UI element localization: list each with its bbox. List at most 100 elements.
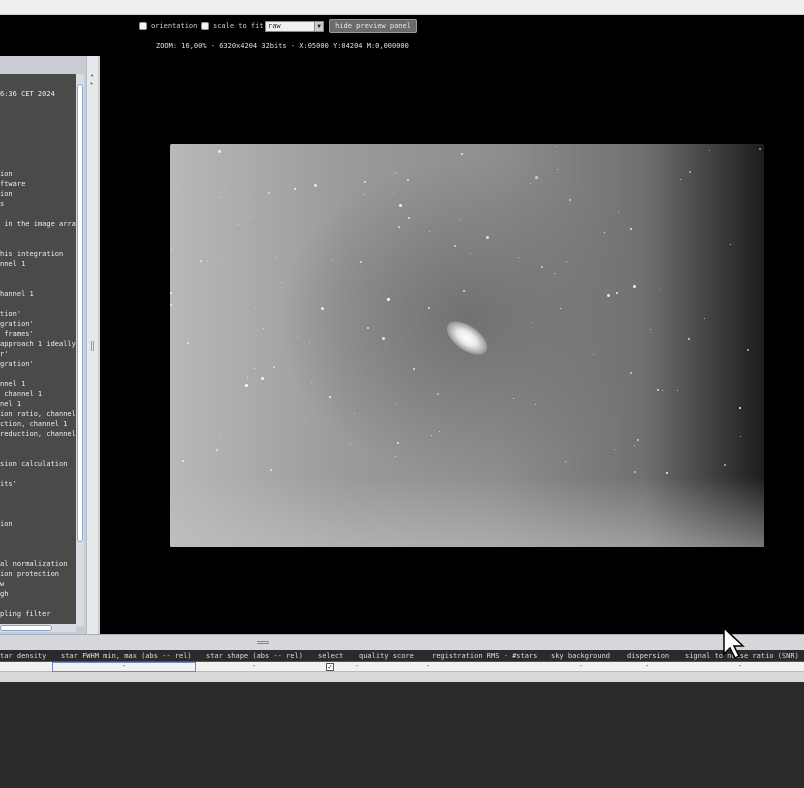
image-preview[interactable] bbox=[102, 56, 804, 634]
star bbox=[607, 294, 610, 297]
log-line: ion bbox=[0, 190, 13, 198]
orientation-checkbox[interactable] bbox=[139, 22, 147, 30]
star bbox=[294, 188, 296, 190]
star bbox=[614, 449, 615, 450]
preview-toolbar: orientation scale to fit raw ▼ hide prev… bbox=[0, 15, 804, 56]
star bbox=[407, 179, 409, 181]
stretch-select[interactable]: raw ▼ bbox=[265, 21, 324, 32]
star bbox=[566, 261, 567, 262]
log-line: ction, channel 1 bbox=[0, 420, 68, 428]
star bbox=[364, 194, 365, 195]
astro-image bbox=[170, 144, 764, 547]
star bbox=[557, 169, 558, 170]
star bbox=[659, 289, 660, 290]
cell-registration: - bbox=[426, 662, 431, 670]
star bbox=[268, 192, 270, 194]
cell-dispersion: - bbox=[645, 662, 650, 670]
star bbox=[704, 318, 705, 319]
col-sky-background[interactable]: sky background bbox=[551, 652, 610, 660]
chevron-down-icon: ▼ bbox=[314, 22, 323, 31]
scroll-thumb[interactable] bbox=[77, 84, 83, 542]
scale-to-fit-checkbox[interactable] bbox=[201, 22, 209, 30]
splitter-grip[interactable] bbox=[91, 341, 94, 351]
star bbox=[657, 389, 659, 391]
col-star-density[interactable]: tar density bbox=[0, 652, 46, 660]
star bbox=[398, 226, 400, 228]
star bbox=[662, 390, 663, 391]
star bbox=[216, 449, 218, 451]
star bbox=[634, 471, 636, 473]
table-row[interactable]: - - ✓ - - - - - bbox=[0, 662, 804, 672]
star bbox=[245, 384, 248, 387]
star bbox=[218, 150, 221, 153]
cell-sky-background: - bbox=[579, 662, 584, 670]
star bbox=[263, 328, 264, 329]
star bbox=[677, 390, 678, 391]
log-line: ion bbox=[0, 170, 13, 178]
star bbox=[314, 184, 317, 187]
star bbox=[437, 393, 439, 395]
star bbox=[616, 292, 618, 294]
col-dispersion[interactable]: dispersion bbox=[627, 652, 669, 660]
star bbox=[634, 445, 635, 446]
star bbox=[689, 171, 691, 173]
log-line: ftware bbox=[0, 180, 26, 188]
select-checkbox[interactable]: ✓ bbox=[326, 663, 334, 671]
empty-area bbox=[0, 683, 804, 788]
star bbox=[360, 261, 362, 263]
resizer-grip[interactable] bbox=[257, 641, 269, 644]
star bbox=[556, 146, 557, 147]
browser-top-strip bbox=[0, 0, 804, 15]
star bbox=[429, 231, 430, 232]
star bbox=[532, 322, 533, 323]
log-line: in the image array bbox=[0, 220, 76, 228]
cell-quality: - bbox=[355, 662, 360, 670]
star bbox=[637, 439, 639, 441]
star bbox=[399, 204, 402, 207]
star bbox=[329, 396, 331, 398]
log-horizontal-scrollbar[interactable] bbox=[0, 624, 76, 632]
star bbox=[178, 186, 179, 187]
cell-star-fwhm: - bbox=[122, 662, 127, 670]
star bbox=[486, 236, 489, 239]
star bbox=[460, 219, 461, 220]
star bbox=[270, 469, 272, 471]
col-select[interactable]: select bbox=[318, 652, 343, 660]
star bbox=[350, 443, 351, 444]
col-quality-score[interactable]: quality score bbox=[359, 652, 414, 660]
star bbox=[560, 308, 561, 309]
table-row[interactable] bbox=[0, 672, 804, 682]
cell-star-shape: - bbox=[252, 662, 257, 670]
log-vertical-scrollbar[interactable] bbox=[76, 74, 84, 626]
log-line: nnel 1 bbox=[0, 380, 26, 388]
table-resizer[interactable] bbox=[0, 634, 804, 650]
log-line: its' bbox=[0, 480, 17, 488]
log-line: r' bbox=[0, 350, 9, 358]
star bbox=[513, 398, 514, 399]
star bbox=[724, 464, 726, 466]
star bbox=[238, 224, 239, 225]
scroll-thumb[interactable] bbox=[0, 625, 52, 631]
log-line: sion calculation bbox=[0, 460, 68, 468]
log-line: hannel 1 bbox=[0, 290, 34, 298]
star bbox=[759, 148, 761, 150]
star bbox=[747, 349, 749, 351]
log-line: his integration bbox=[0, 250, 64, 258]
expand-arrow-icon[interactable]: ▸ bbox=[90, 80, 94, 87]
star bbox=[740, 436, 741, 437]
col-registration[interactable]: registration RMS - #stars bbox=[432, 652, 537, 660]
col-star-shape[interactable]: star shape (abs -- rel) bbox=[206, 652, 303, 660]
hide-preview-button[interactable]: hide preview panel bbox=[329, 19, 417, 33]
log-line: tion' bbox=[0, 310, 22, 318]
log-line: channel 1 bbox=[0, 390, 43, 398]
star bbox=[618, 212, 619, 213]
collapse-arrow-icon[interactable]: ◂ bbox=[90, 72, 94, 79]
star bbox=[530, 183, 531, 184]
star bbox=[680, 179, 681, 180]
star bbox=[250, 217, 251, 218]
star bbox=[281, 282, 282, 283]
panel-splitter[interactable]: ◂ ▸ bbox=[86, 56, 98, 634]
star bbox=[225, 188, 226, 189]
col-star-fwhm[interactable]: star FWHM min, max (abs -- rel) bbox=[61, 652, 192, 660]
log-line: approach 1 ideally' bbox=[0, 340, 76, 348]
